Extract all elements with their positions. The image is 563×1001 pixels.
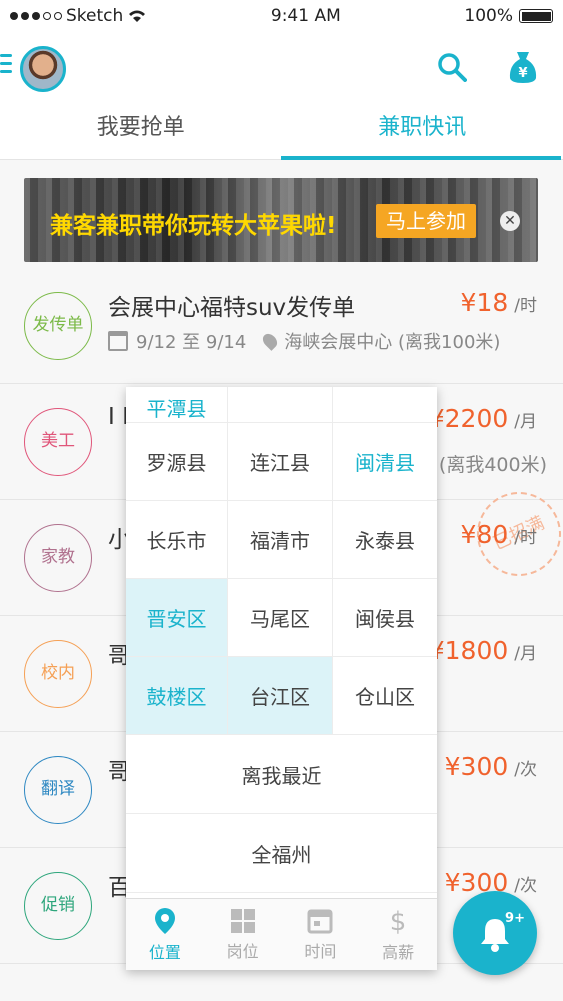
category-badge: 校内 [24,640,92,708]
job-location: 海峡会展中心 (离我100米) [284,332,501,353]
filter-tab-label: 岗位 [226,941,259,961]
price-unit: /时 [514,528,537,548]
carrier: Sketch [66,6,124,26]
category-badge: 美工 [24,408,92,476]
filter-tab-label: 位置 [148,942,181,962]
price-amount: ¥300 [444,752,509,781]
district-option[interactable]: 连江县 [228,423,333,501]
category-badge: 家教 [24,524,92,592]
status-left: Sketch [10,6,147,26]
district-option[interactable]: 福清市 [228,501,333,579]
filter-tab-position[interactable]: 岗位 [204,899,282,970]
all-city-option[interactable]: 全福州 [126,814,437,893]
filter-tab-location[interactable]: 位置 [126,899,204,970]
job-price: ¥1800/月 [429,636,537,665]
menu-icon[interactable] [0,54,12,78]
district-option[interactable]: 永泰县 [333,501,437,579]
battery-percent: 100% [464,6,513,26]
tab-indicator [281,156,561,160]
price-unit: /月 [514,412,537,432]
grid-icon [230,908,255,933]
district-filter-popup: 平潭县 罗源县 连江县 闽清县 长乐市 福清市 永泰县 晋安区 马尾区 闽侯县 … [126,387,437,970]
job-price: ¥300/次 [445,752,537,781]
job-price: ¥18/时 [461,288,537,317]
filter-tab-high-pay[interactable]: $ 高薪 [359,899,437,970]
price-amount: ¥1800 [428,636,509,665]
tab-part-time-news[interactable]: 兼职快讯 [282,102,563,159]
location-pin-icon [260,331,281,351]
job-price: ¥2200/月 [429,404,537,433]
price-unit: /月 [514,644,537,664]
price-amount: ¥80 [460,520,509,549]
district-option[interactable]: 晋安区 [126,579,228,657]
location-pin-icon [154,907,175,934]
filter-tab-label: 时间 [304,941,337,961]
signal-icon [10,12,62,20]
district-option[interactable]: 平潭县 [126,387,228,423]
promo-banner[interactable]: 兼客兼职带你玩转大苹果啦! 马上参加 ✕ [24,178,538,262]
job-date: 9/12 至 9/14 [136,332,247,353]
price-unit: /时 [514,296,537,316]
notification-badge: 9+ [505,911,525,926]
district-option[interactable] [228,387,333,423]
clock: 9:41 AM [270,6,341,26]
district-option[interactable]: 马尾区 [228,579,333,657]
category-badge: 发传单 [24,292,92,360]
category-badge: 促销 [24,872,92,940]
district-option[interactable]: 台江区 [228,657,333,735]
close-icon[interactable]: ✕ [500,211,520,231]
tab-grab-orders[interactable]: 我要抢单 [0,102,282,159]
filter-tab-time[interactable]: 时间 [282,899,360,970]
svg-text:$: $ [390,907,407,935]
bell-icon [481,919,509,952]
price-amount: ¥2200 [428,404,509,433]
wifi-icon [129,10,146,22]
banner-text: 兼客兼职带你玩转大苹果啦! [50,213,337,239]
avatar[interactable] [20,46,66,92]
district-option[interactable]: 闽侯县 [333,579,437,657]
category-badge: 翻译 [24,756,92,824]
app-header: ¥ [0,32,563,102]
district-option[interactable]: 鼓楼区 [126,657,228,735]
tab-bar: 我要抢单 兼职快讯 [0,102,563,160]
price-unit: /次 [514,760,537,780]
job-meta: 9/12 至 9/14 海峡会展中心 (离我100米) [108,328,500,354]
district-option[interactable]: 长乐市 [126,501,228,579]
filter-tab-label: 高薪 [382,942,415,962]
nearest-option[interactable]: 离我最近 [126,735,437,814]
dollar-icon: $ [390,907,407,935]
calendar-icon [108,331,128,351]
calendar-icon [307,909,333,933]
job-price: ¥80/时 [461,520,537,549]
money-bag-icon[interactable]: ¥ [507,50,539,84]
filter-tabs: 位置 岗位 时间 $ 高薪 [126,898,437,970]
district-grid: 平潭县 罗源县 连江县 闽清县 长乐市 福清市 永泰县 晋安区 马尾区 闽侯县 … [126,387,437,735]
district-option[interactable]: 仓山区 [333,657,437,735]
svg-text:¥: ¥ [518,66,527,81]
district-option[interactable]: 罗源县 [126,423,228,501]
district-option[interactable] [333,387,437,423]
battery-icon [519,9,553,23]
search-icon[interactable] [437,52,467,82]
notification-fab[interactable]: 9+ [453,891,537,975]
job-row[interactable]: 发传单 会展中心福特suv发传单 9/12 至 9/14 海峡会展中心 (离我1… [0,268,563,384]
district-option[interactable]: 闽清县 [333,423,437,501]
status-bar: Sketch 9:41 AM 100% [0,0,563,32]
job-distance: ) (离我400米) [425,454,547,476]
job-title: 会展中心福特suv发传单 [108,295,356,321]
price-amount: ¥18 [460,288,509,317]
banner-join-button[interactable]: 马上参加 [376,204,476,238]
